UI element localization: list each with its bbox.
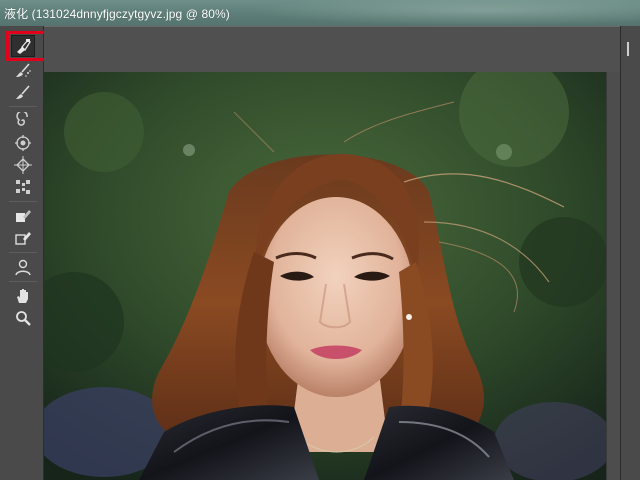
toolbar-separator xyxy=(9,106,37,107)
thaw-mask-tool[interactable] xyxy=(11,227,35,249)
freeze-mask-icon xyxy=(16,210,31,222)
preview-image[interactable] xyxy=(44,72,606,480)
push-left-tool[interactable] xyxy=(11,176,35,198)
hand-icon xyxy=(17,289,28,303)
canvas-vertical-scrollbar[interactable] xyxy=(606,72,620,480)
preview-canvas-area[interactable] xyxy=(44,26,620,480)
reconstruct-tool[interactable] xyxy=(11,59,35,81)
title-bar-glow xyxy=(250,0,640,26)
panel-bracket-icon xyxy=(627,42,635,56)
face-tool[interactable] xyxy=(11,256,35,278)
face-person-icon xyxy=(15,259,31,276)
pucker-icon xyxy=(15,135,31,151)
toolbar-separator xyxy=(9,252,37,253)
thaw-mask-icon xyxy=(15,232,31,245)
window-title-bar[interactable]: 液化 (131024dnnyfjgczytgyvz.jpg @ 80%) xyxy=(0,0,640,26)
pucker-tool[interactable] xyxy=(11,132,35,154)
freeze-mask-tool[interactable] xyxy=(11,205,35,227)
zoom-magnifier-icon xyxy=(16,311,31,326)
bloat-tool[interactable] xyxy=(11,154,35,176)
zoom-tool[interactable] xyxy=(11,307,35,329)
options-panel-edge[interactable] xyxy=(620,26,640,480)
bloat-icon xyxy=(14,156,32,174)
toolbar-separator xyxy=(9,201,37,202)
twirl-icon xyxy=(16,112,28,126)
liquify-toolbar xyxy=(0,26,44,480)
hand-tool[interactable] xyxy=(11,285,35,307)
smooth-tool[interactable] xyxy=(11,81,35,103)
reconstruct-brush-icon xyxy=(16,63,31,77)
twirl-clockwise-tool[interactable] xyxy=(11,110,35,132)
toolbar-separator xyxy=(9,281,37,282)
portrait-photo xyxy=(44,72,606,480)
push-left-icon xyxy=(16,180,30,194)
canvas-top-margin xyxy=(44,26,620,72)
window-title: 液化 (131024dnnyfjgczytgyvz.jpg @ 80%) xyxy=(4,6,230,21)
smooth-brush-icon xyxy=(16,85,30,99)
